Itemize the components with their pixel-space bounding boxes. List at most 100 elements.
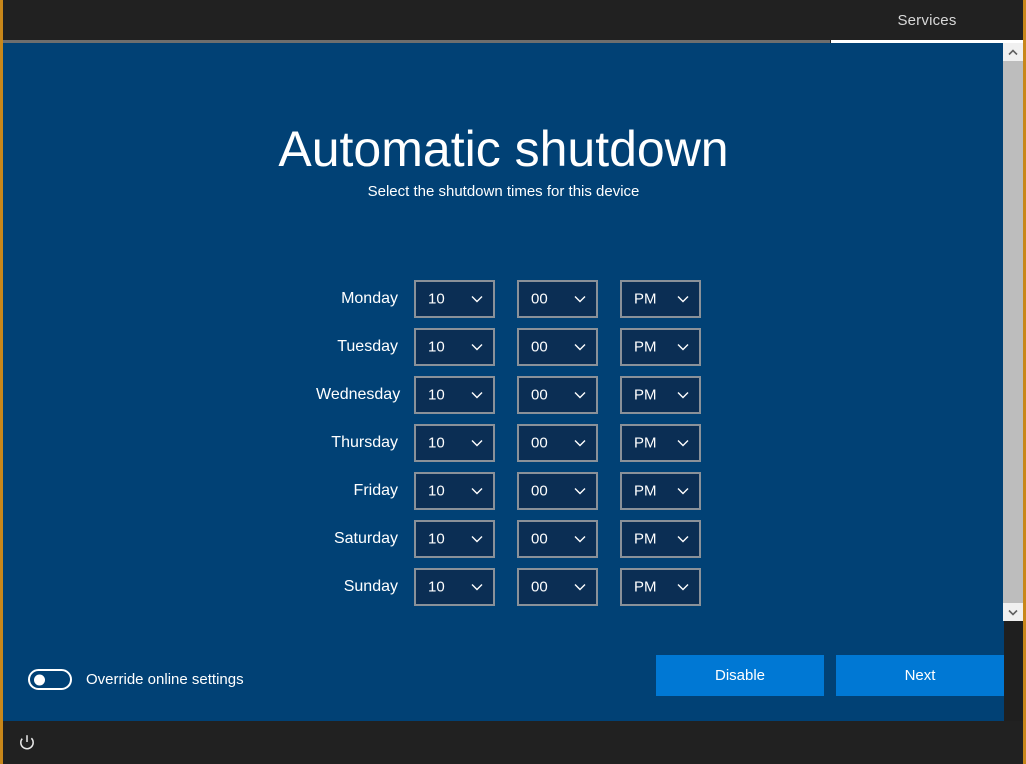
minute-dropdown-monday[interactable]: 00 <box>517 280 598 318</box>
day-label-thursday: Thursday <box>316 434 398 452</box>
window-border-left <box>0 0 3 764</box>
meridiem-dropdown-tuesday[interactable]: PM <box>620 328 701 366</box>
chevron-down-icon <box>573 580 587 594</box>
meridiem-value-tuesday: PM <box>634 339 667 356</box>
chevron-down-icon <box>676 580 690 594</box>
minute-dropdown-saturday[interactable]: 00 <box>517 520 598 558</box>
chevron-down-icon <box>470 580 484 594</box>
minute-dropdown-tuesday[interactable]: 00 <box>517 328 598 366</box>
chevron-down-icon <box>676 340 690 354</box>
chevron-down-icon <box>676 532 690 546</box>
toggle-knob <box>34 674 45 685</box>
hour-value-saturday: 10 <box>428 531 461 548</box>
scroll-up-arrow-icon[interactable] <box>1003 43 1023 61</box>
scroll-down-arrow-icon[interactable] <box>1003 603 1023 621</box>
meridiem-value-wednesday: PM <box>634 387 667 404</box>
chevron-down-icon <box>470 388 484 402</box>
hour-dropdown-monday[interactable]: 10 <box>414 280 495 318</box>
table-row: Tuesday 10 00 PM <box>3 323 1004 371</box>
hour-value-wednesday: 10 <box>428 387 461 404</box>
day-label-tuesday: Tuesday <box>316 338 398 356</box>
meridiem-dropdown-monday[interactable]: PM <box>620 280 701 318</box>
meridiem-dropdown-wednesday[interactable]: PM <box>620 376 701 414</box>
meridiem-value-friday: PM <box>634 483 667 500</box>
day-label-sunday: Sunday <box>316 578 398 596</box>
status-bar <box>3 721 1023 764</box>
app-window: Services Automatic shutdown Select the s… <box>0 0 1026 764</box>
chevron-down-icon <box>470 340 484 354</box>
minute-dropdown-thursday[interactable]: 00 <box>517 424 598 462</box>
hour-value-sunday: 10 <box>428 579 461 596</box>
hour-dropdown-thursday[interactable]: 10 <box>414 424 495 462</box>
chevron-down-icon <box>470 484 484 498</box>
minute-value-tuesday: 00 <box>531 339 564 356</box>
override-online-settings-row: Override online settings <box>28 669 244 690</box>
minute-value-saturday: 00 <box>531 531 564 548</box>
minute-value-friday: 00 <box>531 483 564 500</box>
hour-value-thursday: 10 <box>428 435 461 452</box>
day-label-monday: Monday <box>316 290 398 308</box>
chevron-down-icon <box>573 340 587 354</box>
next-button[interactable]: Next <box>836 655 1004 696</box>
chevron-down-icon <box>676 292 690 306</box>
chevron-down-icon <box>573 532 587 546</box>
top-bar-separator <box>3 40 830 43</box>
chevron-down-icon <box>470 292 484 306</box>
hour-dropdown-wednesday[interactable]: 10 <box>414 376 495 414</box>
day-label-saturday: Saturday <box>316 530 398 548</box>
chevron-down-icon <box>573 436 587 450</box>
hour-dropdown-tuesday[interactable]: 10 <box>414 328 495 366</box>
day-label-friday: Friday <box>316 482 398 500</box>
table-row: Sunday 10 00 PM <box>3 563 1004 611</box>
minute-dropdown-friday[interactable]: 00 <box>517 472 598 510</box>
tab-strip: Services <box>831 0 1023 43</box>
chevron-down-icon <box>573 388 587 402</box>
meridiem-value-thursday: PM <box>634 435 667 452</box>
day-label-wednesday: Wednesday <box>316 386 398 404</box>
tab-services-label: Services <box>897 12 956 29</box>
meridiem-dropdown-thursday[interactable]: PM <box>620 424 701 462</box>
hour-value-friday: 10 <box>428 483 461 500</box>
minute-dropdown-wednesday[interactable]: 00 <box>517 376 598 414</box>
tab-services[interactable]: Services <box>831 0 1023 43</box>
chevron-down-icon <box>676 484 690 498</box>
vertical-scrollbar[interactable] <box>1003 43 1023 621</box>
main-content: Automatic shutdown Select the shutdown t… <box>3 43 1004 721</box>
minute-dropdown-sunday[interactable]: 00 <box>517 568 598 606</box>
meridiem-value-saturday: PM <box>634 531 667 548</box>
table-row: Wednesday 10 00 PM <box>3 371 1004 419</box>
table-row: Monday 10 00 PM <box>3 275 1004 323</box>
meridiem-dropdown-sunday[interactable]: PM <box>620 568 701 606</box>
meridiem-dropdown-saturday[interactable]: PM <box>620 520 701 558</box>
chevron-down-icon <box>573 292 587 306</box>
override-online-settings-toggle[interactable] <box>28 669 72 690</box>
shutdown-schedule-list: Monday 10 00 PM <box>3 275 1004 611</box>
table-row: Thursday 10 00 PM <box>3 419 1004 467</box>
meridiem-dropdown-friday[interactable]: PM <box>620 472 701 510</box>
chevron-down-icon <box>676 436 690 450</box>
scrollbar-thumb[interactable] <box>1003 61 1023 603</box>
page-title: Automatic shutdown <box>3 120 1004 178</box>
chevron-down-icon <box>470 532 484 546</box>
disable-button[interactable]: Disable <box>656 655 824 696</box>
hour-dropdown-sunday[interactable]: 10 <box>414 568 495 606</box>
power-icon[interactable] <box>17 733 37 753</box>
footer-button-group: Disable Next <box>656 655 1004 696</box>
override-online-settings-label: Override online settings <box>86 671 244 688</box>
table-row: Saturday 10 00 PM <box>3 515 1004 563</box>
meridiem-value-sunday: PM <box>634 579 667 596</box>
minute-value-sunday: 00 <box>531 579 564 596</box>
hour-dropdown-saturday[interactable]: 10 <box>414 520 495 558</box>
table-row: Friday 10 00 PM <box>3 467 1004 515</box>
hour-dropdown-friday[interactable]: 10 <box>414 472 495 510</box>
hour-value-tuesday: 10 <box>428 339 461 356</box>
page-subtitle: Select the shutdown times for this devic… <box>3 183 1004 200</box>
minute-value-monday: 00 <box>531 291 564 308</box>
chevron-down-icon <box>470 436 484 450</box>
chevron-down-icon <box>676 388 690 402</box>
meridiem-value-monday: PM <box>634 291 667 308</box>
hour-value-monday: 10 <box>428 291 461 308</box>
top-bar: Services <box>3 0 1023 43</box>
chevron-down-icon <box>573 484 587 498</box>
minute-value-thursday: 00 <box>531 435 564 452</box>
